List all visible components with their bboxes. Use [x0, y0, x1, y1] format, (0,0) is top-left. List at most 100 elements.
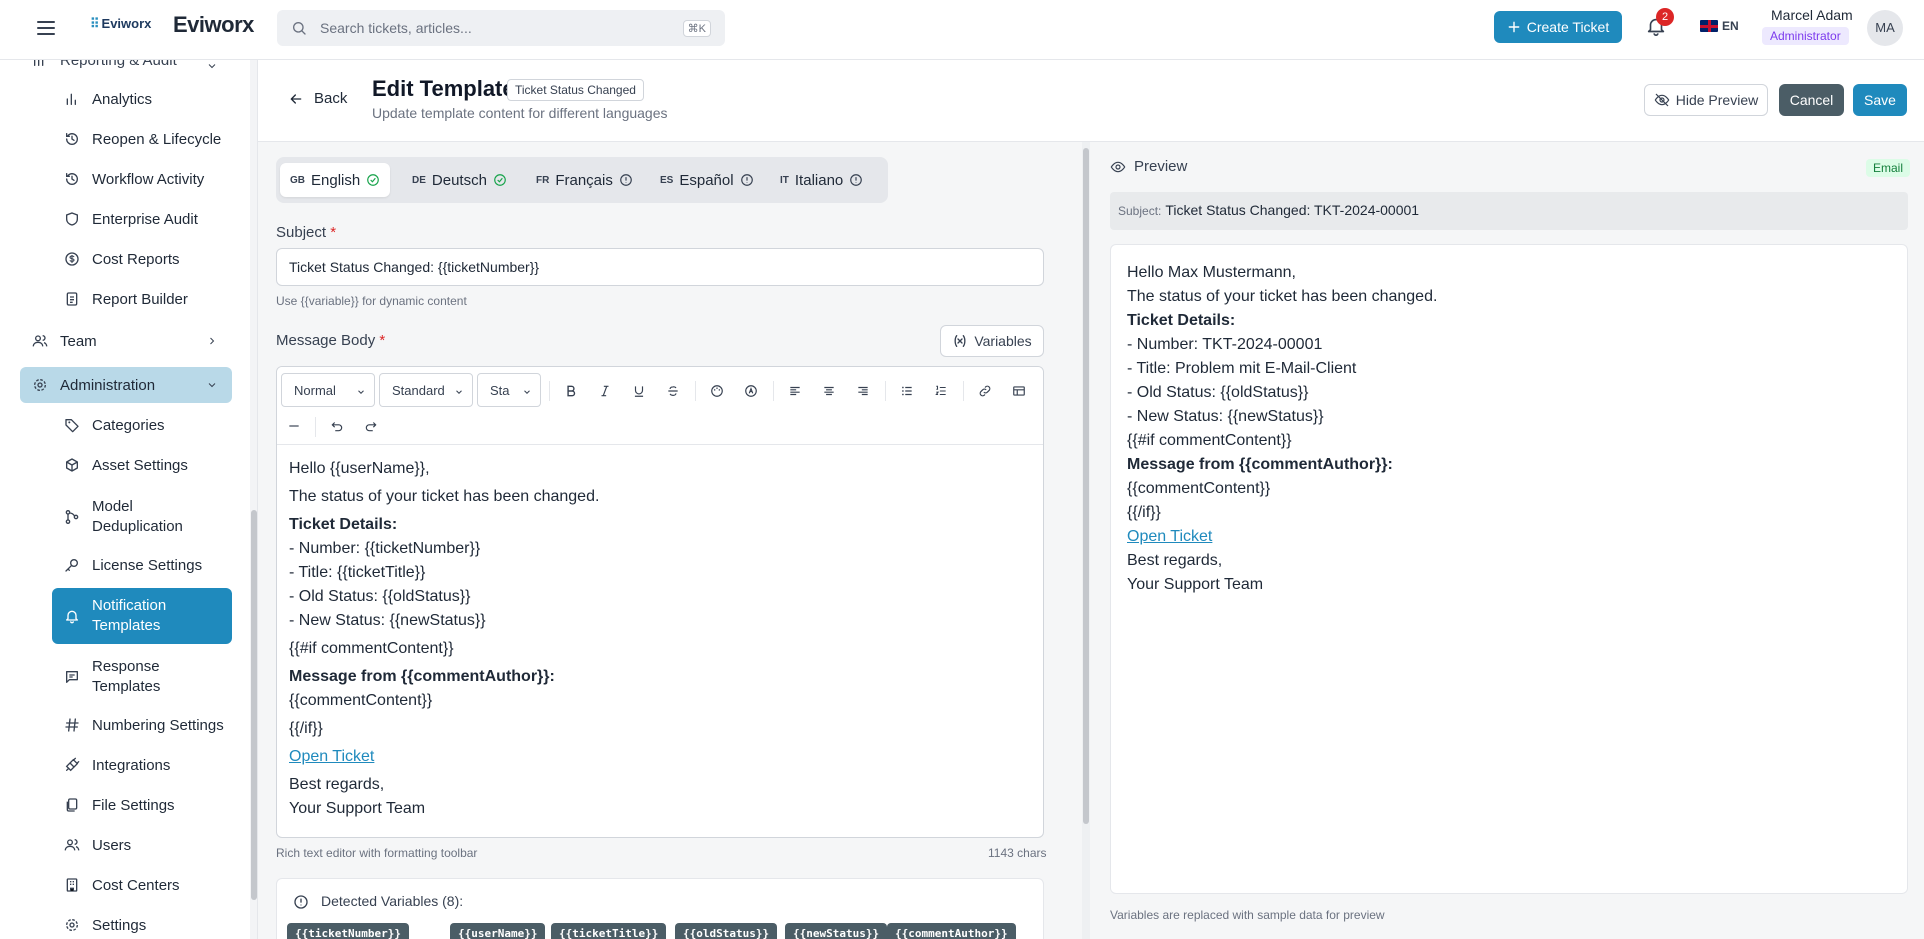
sidebar-item-label: Settings	[92, 916, 147, 934]
align-left-icon[interactable]	[784, 380, 806, 402]
open-ticket-link[interactable]: Open Ticket	[289, 745, 599, 769]
variables-button-label: Variables	[974, 333, 1032, 349]
sidebar-item-label: Report Builder	[92, 290, 188, 308]
bold-icon[interactable]	[560, 380, 582, 402]
heading-select[interactable]: Normal	[281, 373, 375, 407]
tab-francais[interactable]: FR Français	[526, 163, 643, 197]
preview-line: Best regards,	[1127, 552, 1223, 569]
sidebar-item-asset-settings[interactable]: Asset Settings	[52, 453, 232, 477]
sidebar-item-workflow-activity[interactable]: Workflow Activity	[52, 167, 232, 191]
tab-espanol[interactable]: ES Español	[650, 163, 764, 197]
message-body-label: Message Body *	[276, 332, 385, 349]
variable-chip[interactable]: {{commentAuthor}}	[887, 923, 1016, 939]
language-code: GB	[290, 174, 305, 186]
editor-content[interactable]: Hello {{userName}}, The status of your t…	[289, 457, 599, 821]
strikethrough-icon[interactable]	[662, 380, 684, 402]
variable-chip[interactable]: {{userName}}	[450, 923, 546, 939]
sidebar-section-label: Team	[60, 332, 97, 350]
text-color-icon[interactable]	[706, 380, 728, 402]
link-icon[interactable]	[974, 380, 996, 402]
sidebar-item-license-settings[interactable]: License Settings	[52, 553, 232, 577]
tab-label: Deutsch	[431, 171, 487, 189]
variable-chip[interactable]: {{oldStatus}}	[675, 923, 778, 939]
sidebar-item-integrations[interactable]: Integrations	[52, 753, 232, 777]
sidebar-item-model-deduplication[interactable]: Model Deduplication	[52, 493, 232, 541]
toolbar-divider	[885, 381, 886, 401]
align-right-icon[interactable]	[852, 380, 874, 402]
sidebar-section-reporting[interactable]: Reporting & Audit	[20, 60, 232, 78]
horizontal-rule-icon[interactable]	[283, 415, 305, 437]
back-button[interactable]: Back	[288, 90, 347, 107]
variables-button[interactable]: Variables	[940, 325, 1044, 357]
sidebar-item-numbering-settings[interactable]: Numbering Settings	[52, 713, 232, 737]
preview-line: Your Support Team	[1127, 576, 1264, 593]
body-line: Message from {{commentAuthor}}:	[289, 668, 555, 685]
history-icon	[64, 131, 80, 147]
sidebar-item-reopen-lifecycle[interactable]: Reopen & Lifecycle	[52, 127, 232, 151]
font-size-select[interactable]: Sta	[477, 373, 541, 407]
detected-variables-panel: Detected Variables (8): {{ticketNumber}}…	[276, 878, 1044, 939]
files-icon	[64, 797, 80, 813]
char-count: 1143 chars	[988, 846, 1047, 860]
tab-english[interactable]: GB English	[280, 163, 391, 197]
sidebar-item-cost-centers[interactable]: Cost Centers	[52, 873, 232, 897]
bullet-list-icon[interactable]	[896, 380, 918, 402]
editor-scrollbar-thumb[interactable]	[1083, 148, 1089, 824]
table-icon[interactable]	[1008, 380, 1030, 402]
sidebar-section-administration[interactable]: Administration	[20, 367, 232, 403]
sidebar-item-notification-templates[interactable]: Notification Templates	[52, 588, 232, 644]
brand-logo[interactable]: ⠿ Eviworx	[90, 16, 151, 32]
sidebar-item-response-templates[interactable]: Response Templates	[52, 653, 232, 701]
sidebar-item-analytics[interactable]: Analytics	[52, 87, 232, 111]
eye-icon	[1110, 159, 1126, 175]
save-button[interactable]: Save	[1853, 84, 1907, 116]
hamburger-menu-icon[interactable]	[34, 16, 58, 40]
italic-icon[interactable]	[594, 380, 616, 402]
plus-icon	[1507, 20, 1521, 34]
search-input[interactable]: Search tickets, articles... ⌘K	[277, 10, 725, 46]
numbered-list-icon[interactable]	[930, 380, 952, 402]
sidebar-section-team[interactable]: Team	[20, 323, 232, 359]
sidebar-item-settings[interactable]: Settings	[52, 913, 232, 937]
language-switcher[interactable]: EN	[1700, 19, 1739, 33]
arrow-left-icon	[288, 91, 304, 107]
redo-icon[interactable]	[360, 415, 382, 437]
editor-hint: Rich text editor with formatting toolbar	[276, 846, 478, 860]
create-ticket-button[interactable]: Create Ticket	[1494, 11, 1622, 43]
sidebar-item-label: Asset Settings	[92, 456, 188, 474]
sidebar-item-categories[interactable]: Categories	[52, 413, 232, 437]
rich-text-editor[interactable]: Normal Standard Sta Hello {{userName}}, …	[276, 366, 1044, 838]
cancel-button[interactable]: Cancel	[1779, 84, 1844, 116]
preview-open-ticket-link[interactable]: Open Ticket	[1127, 525, 1437, 549]
avatar[interactable]: MA	[1867, 10, 1903, 46]
sidebar-scrollbar-thumb[interactable]	[251, 510, 257, 900]
sidebar-item-cost-reports[interactable]: Cost Reports	[52, 247, 232, 271]
body-line: - Number: {{ticketNumber}}	[289, 540, 481, 557]
sidebar-item-label: Integrations	[92, 756, 171, 774]
language-code: ES	[660, 174, 674, 186]
check-circle-icon	[493, 173, 507, 187]
key-icon	[64, 557, 80, 573]
sidebar-item-file-settings[interactable]: File Settings	[52, 793, 232, 817]
brand-name[interactable]: Eviworx	[173, 12, 254, 38]
background-color-icon[interactable]	[740, 380, 762, 402]
tab-italiano[interactable]: IT Italiano	[770, 163, 873, 197]
body-line: {{#if commentContent}}	[289, 640, 454, 657]
user-name[interactable]: Marcel Adam	[1771, 7, 1853, 23]
subject-input[interactable]: Ticket Status Changed: {{ticketNumber}}	[276, 248, 1044, 286]
alert-circle-icon	[619, 173, 633, 187]
variable-chip[interactable]: {{ticketNumber}}	[287, 923, 409, 939]
sidebar-item-enterprise-audit[interactable]: Enterprise Audit	[52, 207, 232, 231]
variable-chip[interactable]: {{newStatus}}	[785, 923, 888, 939]
sidebar-item-users[interactable]: Users	[52, 833, 232, 857]
chevron-down-icon	[522, 387, 532, 397]
variable-chip[interactable]: {{ticketTitle}}	[551, 923, 667, 939]
align-center-icon[interactable]	[818, 380, 840, 402]
hide-preview-button[interactable]: Hide Preview	[1644, 84, 1768, 116]
tab-deutsch[interactable]: DE Deutsch	[402, 163, 517, 197]
tab-label: Italiano	[794, 171, 844, 189]
underline-icon[interactable]	[628, 380, 650, 402]
undo-icon[interactable]	[326, 415, 348, 437]
sidebar-item-report-builder[interactable]: Report Builder	[52, 287, 232, 311]
font-select[interactable]: Standard	[379, 373, 473, 407]
